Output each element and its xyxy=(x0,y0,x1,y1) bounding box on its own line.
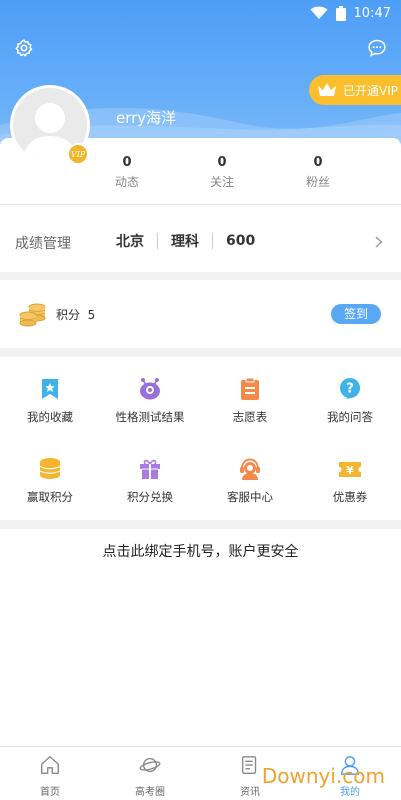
score-subject: 理科 xyxy=(171,234,199,250)
stat-followers[interactable]: 0 粉丝 xyxy=(288,155,348,191)
gift-icon xyxy=(140,459,160,479)
coins-stack-icon xyxy=(39,458,61,479)
stat-following[interactable]: 0 关注 xyxy=(192,155,252,191)
favorites-icon xyxy=(42,379,58,399)
vip-status-button[interactable]: 已开通VIP xyxy=(309,75,401,105)
grid-item-application-form[interactable]: 志愿表 xyxy=(200,377,300,425)
customer-service-icon xyxy=(240,458,260,480)
score-title: 成绩管理 xyxy=(15,236,71,252)
tab-home[interactable]: 首页 xyxy=(0,754,100,798)
planet-icon xyxy=(139,757,161,773)
stat-posts[interactable]: 0 动态 xyxy=(97,155,157,191)
points-title: 积分 xyxy=(56,308,81,322)
grid-item-label: 我的问答 xyxy=(327,410,373,424)
checkin-button[interactable]: 签到 xyxy=(331,304,381,324)
score-points: 600 xyxy=(226,233,256,249)
separator xyxy=(157,233,158,249)
grid-item-favorites[interactable]: 我的收藏 xyxy=(0,377,100,425)
vip-status-label: 已开通VIP xyxy=(343,83,398,98)
crown-icon xyxy=(318,83,336,96)
score-province: 北京 xyxy=(116,234,144,250)
stat-label: 动态 xyxy=(114,175,139,189)
grid-item-coupons[interactable]: ¥ 优惠券 xyxy=(300,457,400,505)
bind-phone-link[interactable]: 点击此绑定手机号，账户更安全 xyxy=(0,541,401,561)
personality-test-icon xyxy=(140,378,160,400)
grid-item-label: 我的收藏 xyxy=(27,410,73,424)
grid-item-points-exchange[interactable]: 积分兑换 xyxy=(100,457,200,505)
grid-item-label: 志愿表 xyxy=(232,410,268,424)
tab-label: 首页 xyxy=(40,787,60,798)
coins-icon xyxy=(19,303,46,327)
score-management-row[interactable]: 成绩管理 北京 理科 600 xyxy=(0,205,401,275)
section-gap xyxy=(0,272,401,280)
grid-item-label: 优惠券 xyxy=(332,490,368,504)
stats-row: 0 动态 0 关注 0 粉丝 xyxy=(0,155,401,195)
section-gap xyxy=(0,348,401,357)
status-bar: 10:47 xyxy=(310,4,391,22)
news-icon xyxy=(241,756,257,774)
settings-gear-icon[interactable] xyxy=(14,38,34,58)
application-form-icon xyxy=(241,377,259,400)
score-values: 北京 理科 600 xyxy=(116,231,255,251)
section-gap xyxy=(0,520,401,529)
feature-grid: 我的收藏 性格测试结果 志愿表 ? 我的问答 赢取积分 积分兑换 客服中心 ¥ … xyxy=(0,357,401,519)
watermark: Downyi.com xyxy=(261,764,385,788)
coupon-icon: ¥ xyxy=(339,462,361,477)
separator xyxy=(212,233,213,249)
battery-icon xyxy=(335,5,346,21)
stat-label: 粉丝 xyxy=(305,175,330,189)
grid-item-personality-test[interactable]: 性格测试结果 xyxy=(100,377,200,425)
stat-label: 关注 xyxy=(209,175,234,189)
qa-icon: ? xyxy=(340,378,360,399)
message-bubble-icon[interactable] xyxy=(367,38,387,58)
svg-text:¥: ¥ xyxy=(346,464,354,477)
grid-item-label: 赢取积分 xyxy=(27,490,73,504)
stat-value: 0 xyxy=(122,155,132,170)
tab-gaokao-circle[interactable]: 高考圈 xyxy=(100,754,200,798)
svg-text:?: ? xyxy=(346,382,354,397)
points-row: 积分 5 签到 xyxy=(0,280,401,348)
points-label: 积分 5 xyxy=(56,306,95,323)
status-time: 10:47 xyxy=(353,5,391,21)
tab-label: 高考圈 xyxy=(135,787,165,798)
grid-item-customer-service[interactable]: 客服中心 xyxy=(200,457,300,505)
username: erry海洋 xyxy=(116,109,177,127)
grid-item-qa[interactable]: ? 我的问答 xyxy=(300,377,400,425)
points-value: 5 xyxy=(87,308,96,322)
grid-item-label: 性格测试结果 xyxy=(115,410,185,424)
stat-value: 0 xyxy=(217,155,227,170)
home-icon xyxy=(41,756,59,774)
grid-item-label: 客服中心 xyxy=(227,490,273,504)
chevron-right-icon xyxy=(375,236,383,248)
wifi-icon xyxy=(310,6,328,19)
grid-item-label: 积分兑换 xyxy=(127,490,173,504)
stat-value: 0 xyxy=(313,155,323,170)
grid-item-earn-points[interactable]: 赢取积分 xyxy=(0,457,100,505)
